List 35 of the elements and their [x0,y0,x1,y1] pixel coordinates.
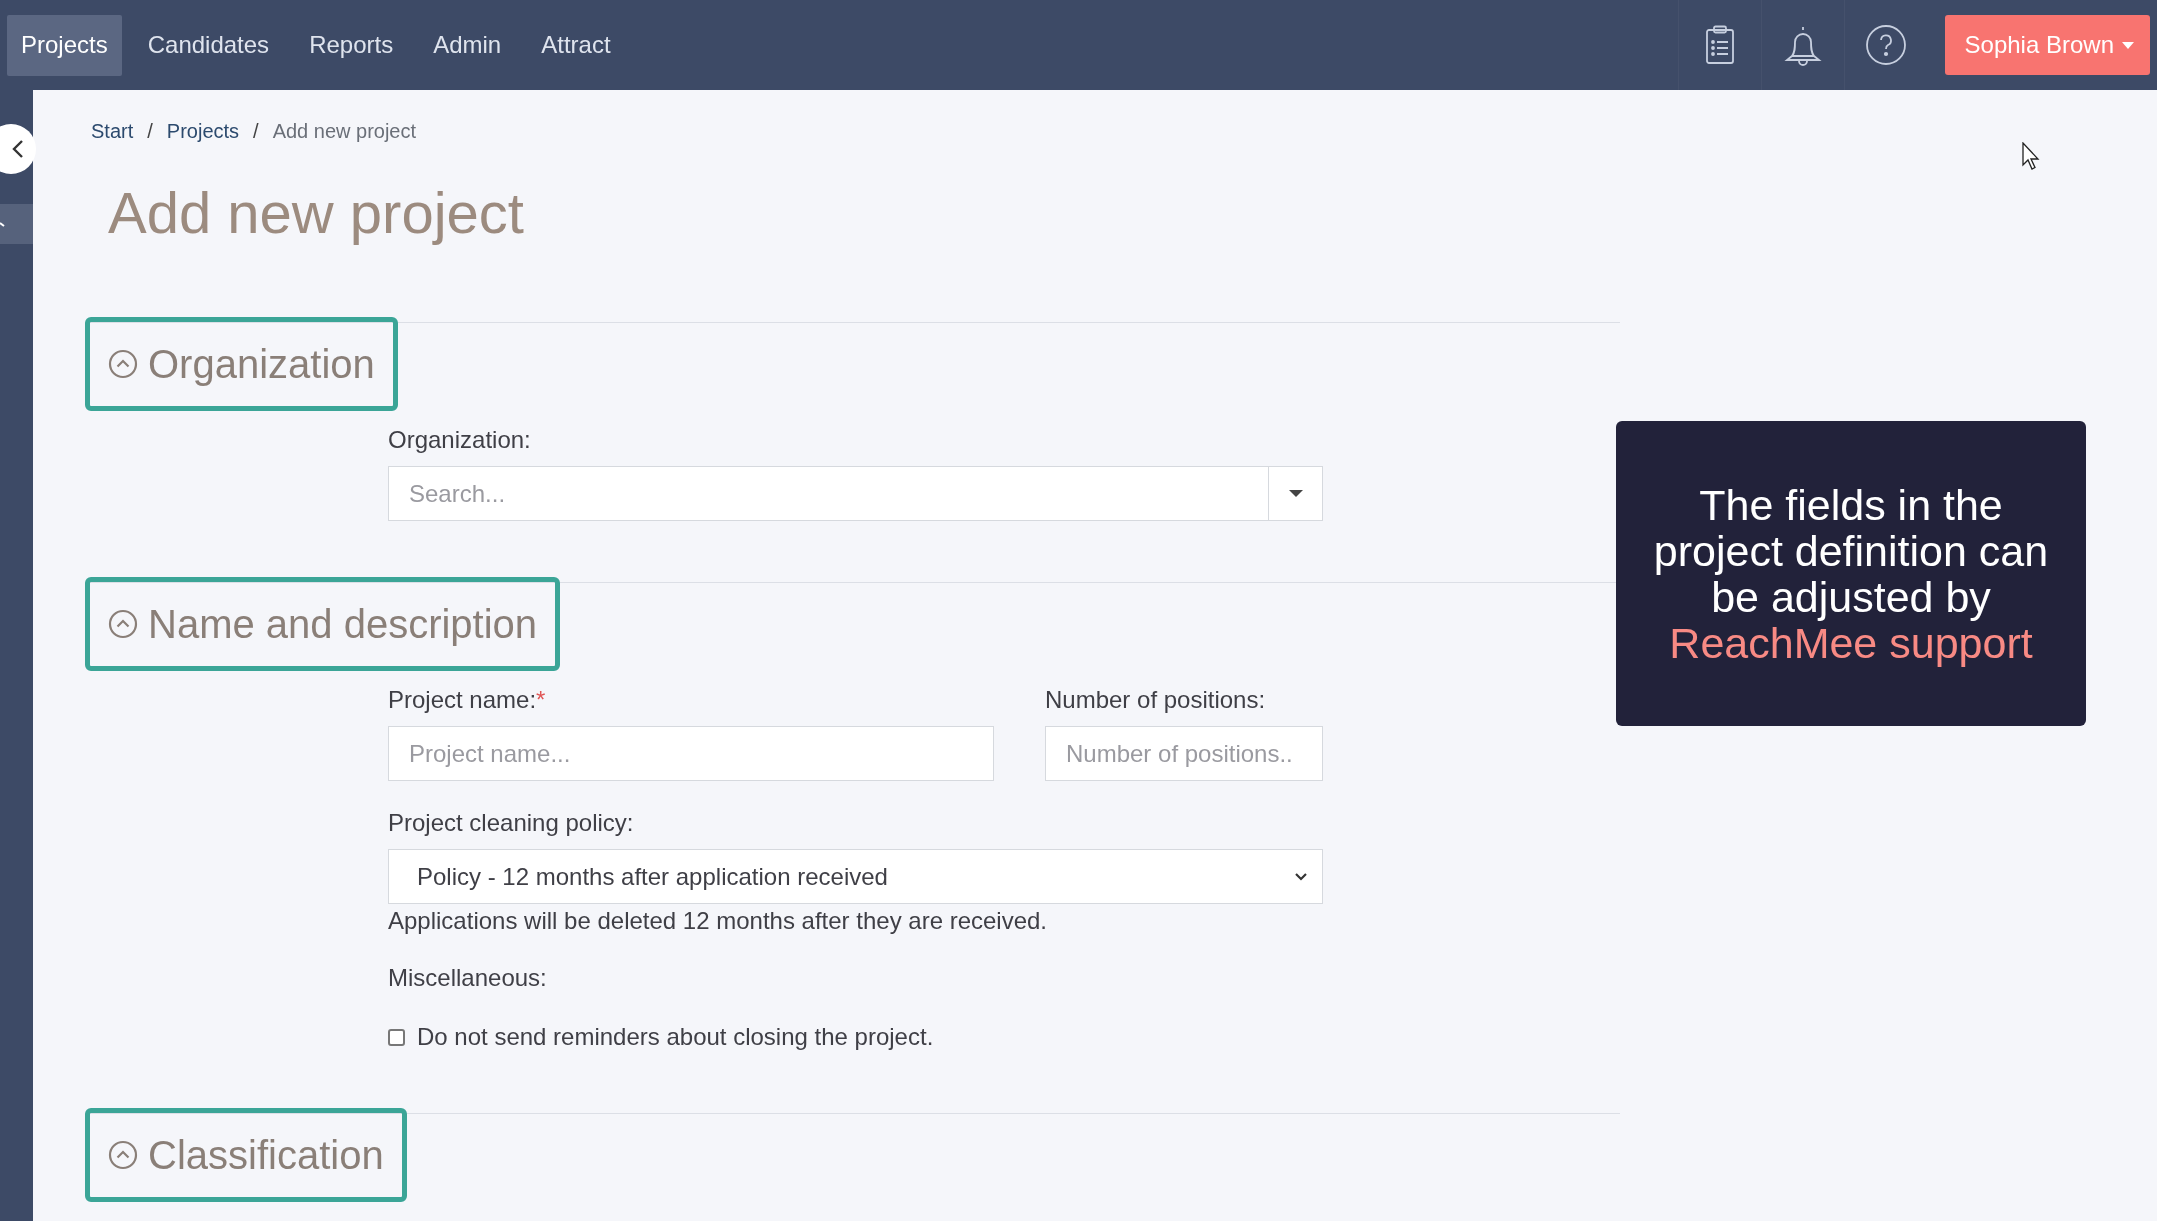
clipboard-icon[interactable] [1704,25,1735,65]
chevron-down-icon [1294,871,1308,882]
breadcrumb-link[interactable]: Projects [166,118,240,144]
chevron-left-icon [12,139,24,159]
nav-tab[interactable]: Candidates [133,14,284,76]
field-label: Project name:* [388,685,547,715]
breadcrumb-current: Add new project [272,119,417,144]
help-text: Applications will be deleted 12 months after they are received. [388,906,1049,936]
field-label: Organization: [388,425,532,455]
breadcrumb-link[interactable]: Start [91,118,134,144]
field-label: Project cleaning policy: [388,808,635,838]
notification-bell-icon[interactable] [1783,24,1822,66]
field-label: Number of positions: [1045,685,1267,715]
nav-tab[interactable]: Admin [419,14,516,76]
tooltip-text: The fields in the project definition can be adjusted by ReachMee support [1652,481,2050,666]
nav-tab[interactable]: Projects [7,14,122,76]
breadcrumb-separator: / [147,119,153,144]
nav-tab[interactable]: Reports [295,14,408,76]
help-icon[interactable] [1864,24,1907,66]
caret-icon [1288,490,1303,497]
checkbox[interactable] [388,1028,405,1046]
mouse-pointer-icon [2022,142,2040,170]
section-toggle[interactable]: Organization [85,317,398,411]
caret-icon [2122,41,2134,49]
section-toggle[interactable]: Name and description [85,577,561,671]
group-label: Miscellaneous: [388,963,548,993]
policy-dropdown[interactable]: Policy - 12 months after application received [388,849,1323,904]
text-input-field[interactable]: Project name... [388,726,994,781]
nav-tab[interactable]: Attract [527,14,625,76]
checkbox-label: Do not send reminders about closing the project. [417,1022,934,1052]
collapse-sidebar-button[interactable] [0,124,36,174]
text-input-field[interactable]: Number of positions.. [1045,726,1323,781]
section-toggle[interactable]: Classification [85,1108,407,1202]
page-title: Add new project [108,181,525,245]
breadcrumb-separator: / [253,119,259,144]
